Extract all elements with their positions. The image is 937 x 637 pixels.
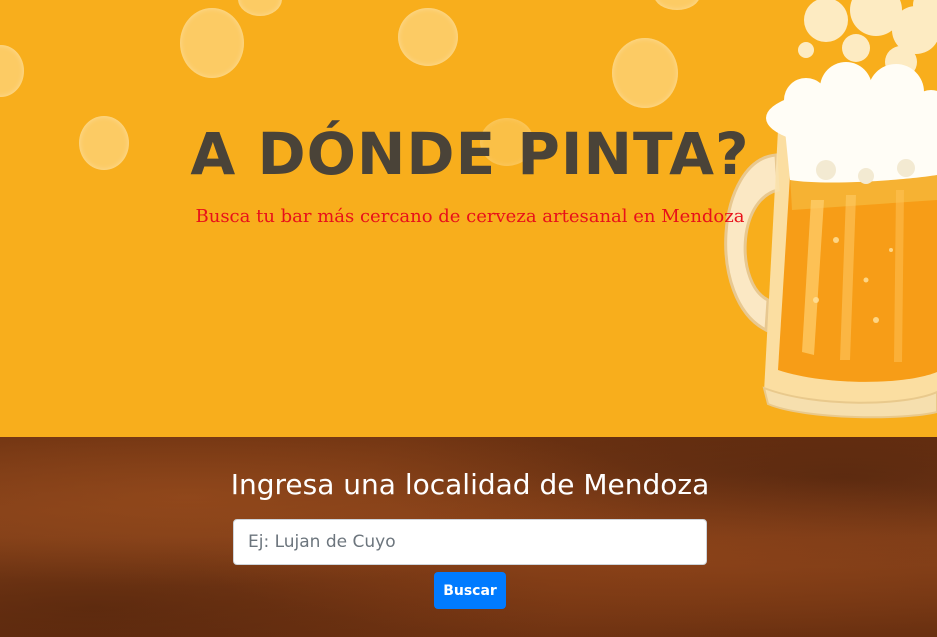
locality-search-input[interactable]: [233, 519, 707, 565]
search-section: Ingresa una localidad de Mendoza Buscar: [0, 437, 937, 637]
page-subtitle: Busca tu bar más cercano de cerveza arte…: [195, 206, 745, 227]
bokeh-bubble: [612, 38, 678, 108]
search-heading: Ingresa una localidad de Mendoza: [230, 468, 710, 501]
page-title: A DÓNDE PINTA?: [190, 120, 750, 188]
bokeh-bubble: [654, 0, 700, 10]
hero-section: A DÓNDE PINTA? Busca tu bar más cercano …: [0, 0, 937, 437]
bokeh-bubble: [0, 45, 24, 97]
search-button[interactable]: Buscar: [434, 572, 506, 609]
bokeh-bubble: [398, 8, 458, 66]
bokeh-bubble: [180, 8, 244, 78]
bokeh-bubble: [238, 0, 282, 16]
